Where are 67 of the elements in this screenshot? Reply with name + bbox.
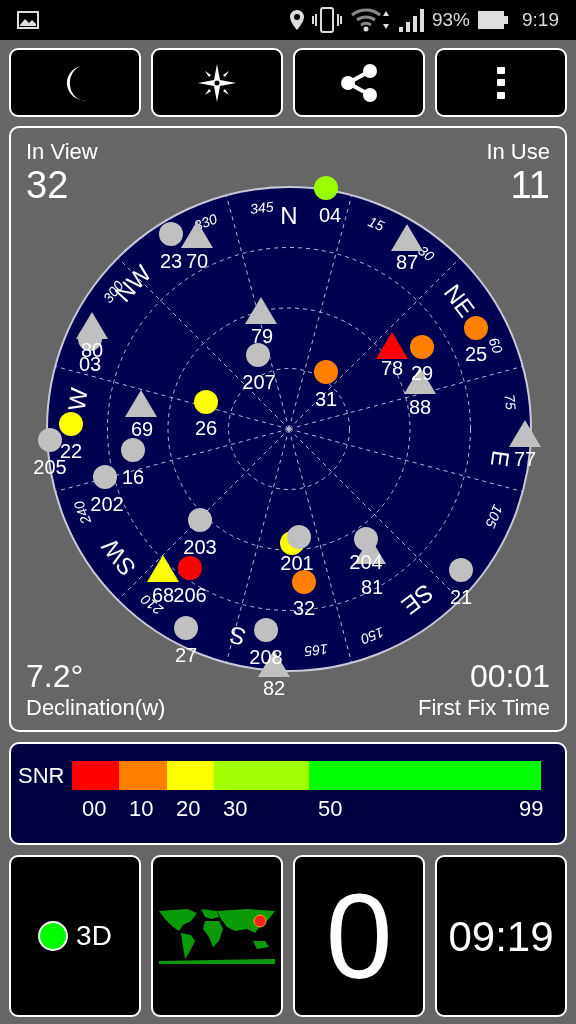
more-icon — [496, 66, 506, 99]
snr-tick-label: 00 — [82, 795, 107, 823]
degree-label: 105 — [482, 502, 507, 530]
satellite-id: 16 — [121, 466, 145, 488]
in-view-label: In View — [26, 139, 98, 165]
battery-percent: 93% — [432, 7, 470, 32]
compass-button[interactable] — [151, 48, 283, 117]
satellite-id: 25 — [464, 343, 488, 365]
vibrate-icon — [312, 7, 342, 33]
satellite-id: 21 — [449, 586, 473, 608]
compass-label: NE — [438, 279, 481, 322]
satellite-id: 207 — [242, 371, 276, 393]
share-button[interactable] — [293, 48, 425, 117]
fix-time-value: 00:01 — [469, 658, 550, 694]
signal-icon — [398, 8, 424, 32]
time-value: 09:19 — [448, 911, 554, 962]
share-icon — [339, 62, 379, 103]
snr-label: SNR — [18, 762, 65, 790]
satellite-id: 206 — [173, 584, 207, 606]
satellite-id: 203 — [183, 536, 217, 558]
image-icon — [17, 11, 39, 29]
satellite-id: 32 — [292, 597, 316, 619]
compass-label: E — [485, 448, 515, 469]
snr-tick-label: 30 — [223, 795, 248, 823]
degree-label: 165 — [303, 640, 329, 660]
in-use-count: 11 — [510, 165, 550, 205]
compass-label: SW — [96, 533, 141, 582]
satellite-id: 201 — [280, 552, 314, 574]
satellite-id: 04 — [318, 204, 342, 226]
battery-icon — [478, 11, 508, 29]
satellite-id: 70 — [185, 250, 209, 272]
count-value: 0 — [325, 876, 393, 996]
snr-tick-label: 20 — [176, 795, 201, 823]
satellite-id: 79 — [250, 325, 274, 347]
menu-button[interactable] — [435, 48, 567, 117]
satellite-id: 202 — [90, 493, 124, 515]
in-use-label: In Use — [486, 139, 550, 165]
satellite-id: 87 — [395, 251, 419, 273]
fix-time-label: First Fix Time — [418, 694, 550, 722]
wifi-icon — [350, 7, 390, 33]
satellite-id: 26 — [194, 417, 218, 439]
satellite-id: 82 — [262, 677, 286, 699]
clock: 9:19 — [522, 7, 559, 32]
declination-value: 7.2° — [26, 658, 85, 694]
declination-label: Declination(w) — [26, 694, 166, 722]
degree-label: 75 — [501, 393, 520, 411]
location-icon — [290, 10, 304, 30]
satellite-id: 69 — [130, 418, 154, 440]
satellite-id: 88 — [408, 396, 432, 418]
satellite-id: 31 — [314, 388, 338, 410]
compass-label: SE — [396, 579, 439, 620]
snr-tick-label: 50 — [318, 795, 343, 823]
snr-tick-label: 10 — [129, 795, 154, 823]
satellite-id: 23 — [159, 250, 183, 272]
satellite-id: 27 — [174, 644, 198, 666]
snr-tick-label: 99 — [519, 795, 544, 823]
satellite-id: 81 — [360, 576, 384, 598]
fix-type: 3D — [76, 919, 112, 953]
compass-label: N — [280, 202, 298, 229]
compass-label: S — [226, 621, 249, 652]
degree-label: 345 — [249, 198, 275, 218]
compass-label: W — [62, 386, 93, 413]
degree-label: 150 — [358, 623, 387, 648]
night-mode-button[interactable] — [9, 48, 141, 117]
satellite-id: 78 — [380, 357, 404, 379]
in-view-count: 32 — [26, 165, 70, 205]
degree-label: 15 — [365, 213, 387, 235]
